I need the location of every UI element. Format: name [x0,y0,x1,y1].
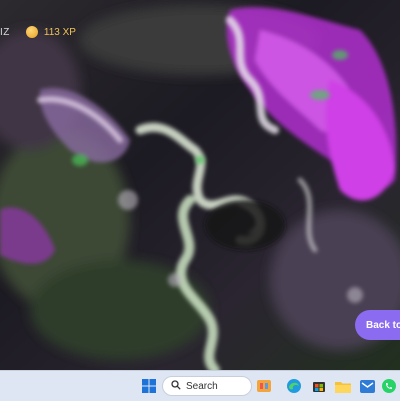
edge-icon[interactable] [285,377,303,395]
game-viewport[interactable]: IZ 113 XP Back to [0,0,400,370]
abstract-artwork-canvas [0,0,400,370]
widgets-icon[interactable] [255,377,273,395]
windows-start-icon[interactable] [140,377,158,395]
windows-taskbar: Search [0,370,400,401]
mail-icon[interactable] [358,377,376,395]
taskbar-search-box[interactable]: Search [162,376,252,396]
store-icon[interactable] [310,377,328,395]
xp-coin-icon [25,26,38,38]
back-button[interactable]: Back to [355,310,400,340]
whatsapp-icon[interactable] [380,377,398,395]
search-placeholder: Search [186,380,218,392]
file-explorer-icon[interactable] [334,377,352,395]
quiz-label: IZ [0,26,10,38]
xp-counter: 113 XP [43,26,76,38]
search-icon [171,377,181,395]
quiz-header: IZ 113 XP [0,18,120,46]
